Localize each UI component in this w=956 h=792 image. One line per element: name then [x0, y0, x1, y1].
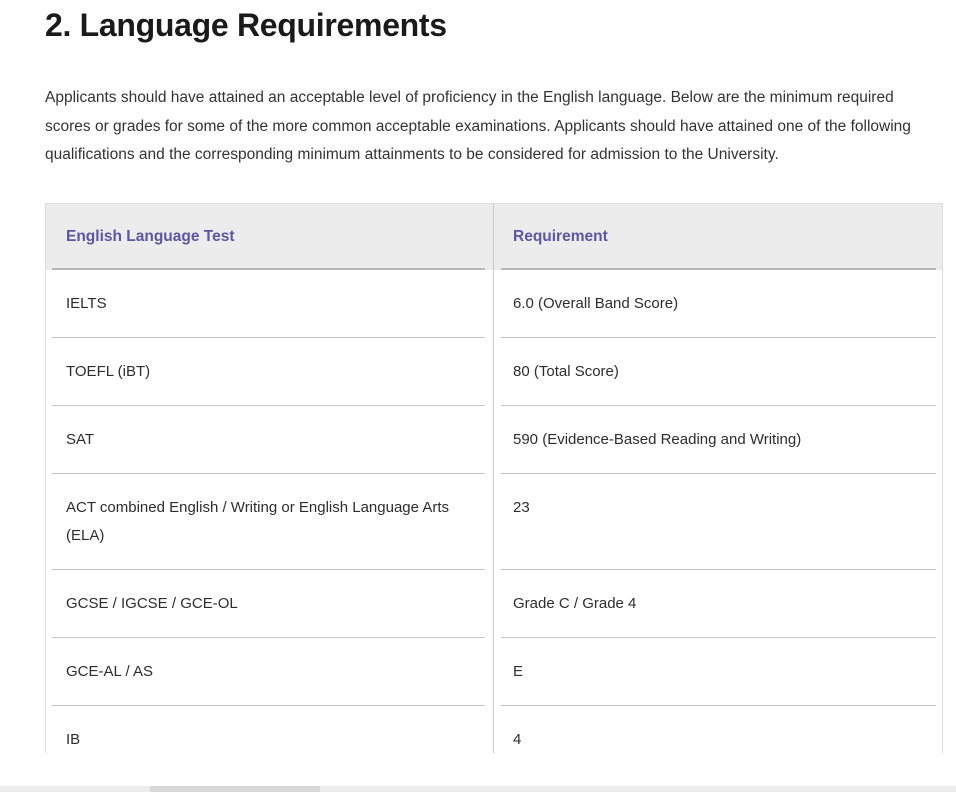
table-cell-test: SAT	[46, 406, 493, 474]
table-header-row: English Language Test Requirement	[46, 204, 942, 270]
table-row: GCE-AL / AS E	[46, 638, 942, 706]
table-cell-test: TOEFL (iBT)	[46, 338, 493, 406]
table-row: SAT 590 (Evidence-Based Reading and Writ…	[46, 406, 942, 474]
table-cell-requirement: 4	[493, 706, 942, 753]
table-cell-requirement: 590 (Evidence-Based Reading and Writing)	[493, 406, 942, 474]
table-cell-test: GCSE / IGCSE / GCE-OL	[46, 570, 493, 638]
table-cell-test: IELTS	[46, 270, 493, 338]
table-cell-test: IB	[46, 706, 493, 753]
table-row: GCSE / IGCSE / GCE-OL Grade C / Grade 4	[46, 570, 942, 638]
table-row: TOEFL (iBT) 80 (Total Score)	[46, 338, 942, 406]
horizontal-scrollbar-track[interactable]	[0, 786, 956, 792]
intro-paragraph: Applicants should have attained an accep…	[45, 84, 911, 170]
requirements-table: English Language Test Requirement IELTS …	[45, 203, 943, 753]
table-cell-requirement: 6.0 (Overall Band Score)	[493, 270, 942, 338]
page-title: 2. Language Requirements	[45, 6, 911, 44]
table-cell-requirement: Grade C / Grade 4	[493, 570, 942, 638]
horizontal-scrollbar-thumb[interactable]	[150, 786, 320, 792]
table-cell-test: GCE-AL / AS	[46, 638, 493, 706]
column-header-test: English Language Test	[46, 204, 493, 270]
table-row: IELTS 6.0 (Overall Band Score)	[46, 270, 942, 338]
table-cell-requirement: 80 (Total Score)	[493, 338, 942, 406]
column-header-requirement: Requirement	[493, 204, 942, 270]
table-cell-requirement: 23	[493, 474, 942, 570]
column-divider	[493, 204, 494, 753]
table-cell-requirement: E	[493, 638, 942, 706]
table-row: IB 4	[46, 706, 942, 753]
table-row: ACT combined English / Writing or Englis…	[46, 474, 942, 570]
table-cell-test: ACT combined English / Writing or Englis…	[46, 474, 493, 570]
